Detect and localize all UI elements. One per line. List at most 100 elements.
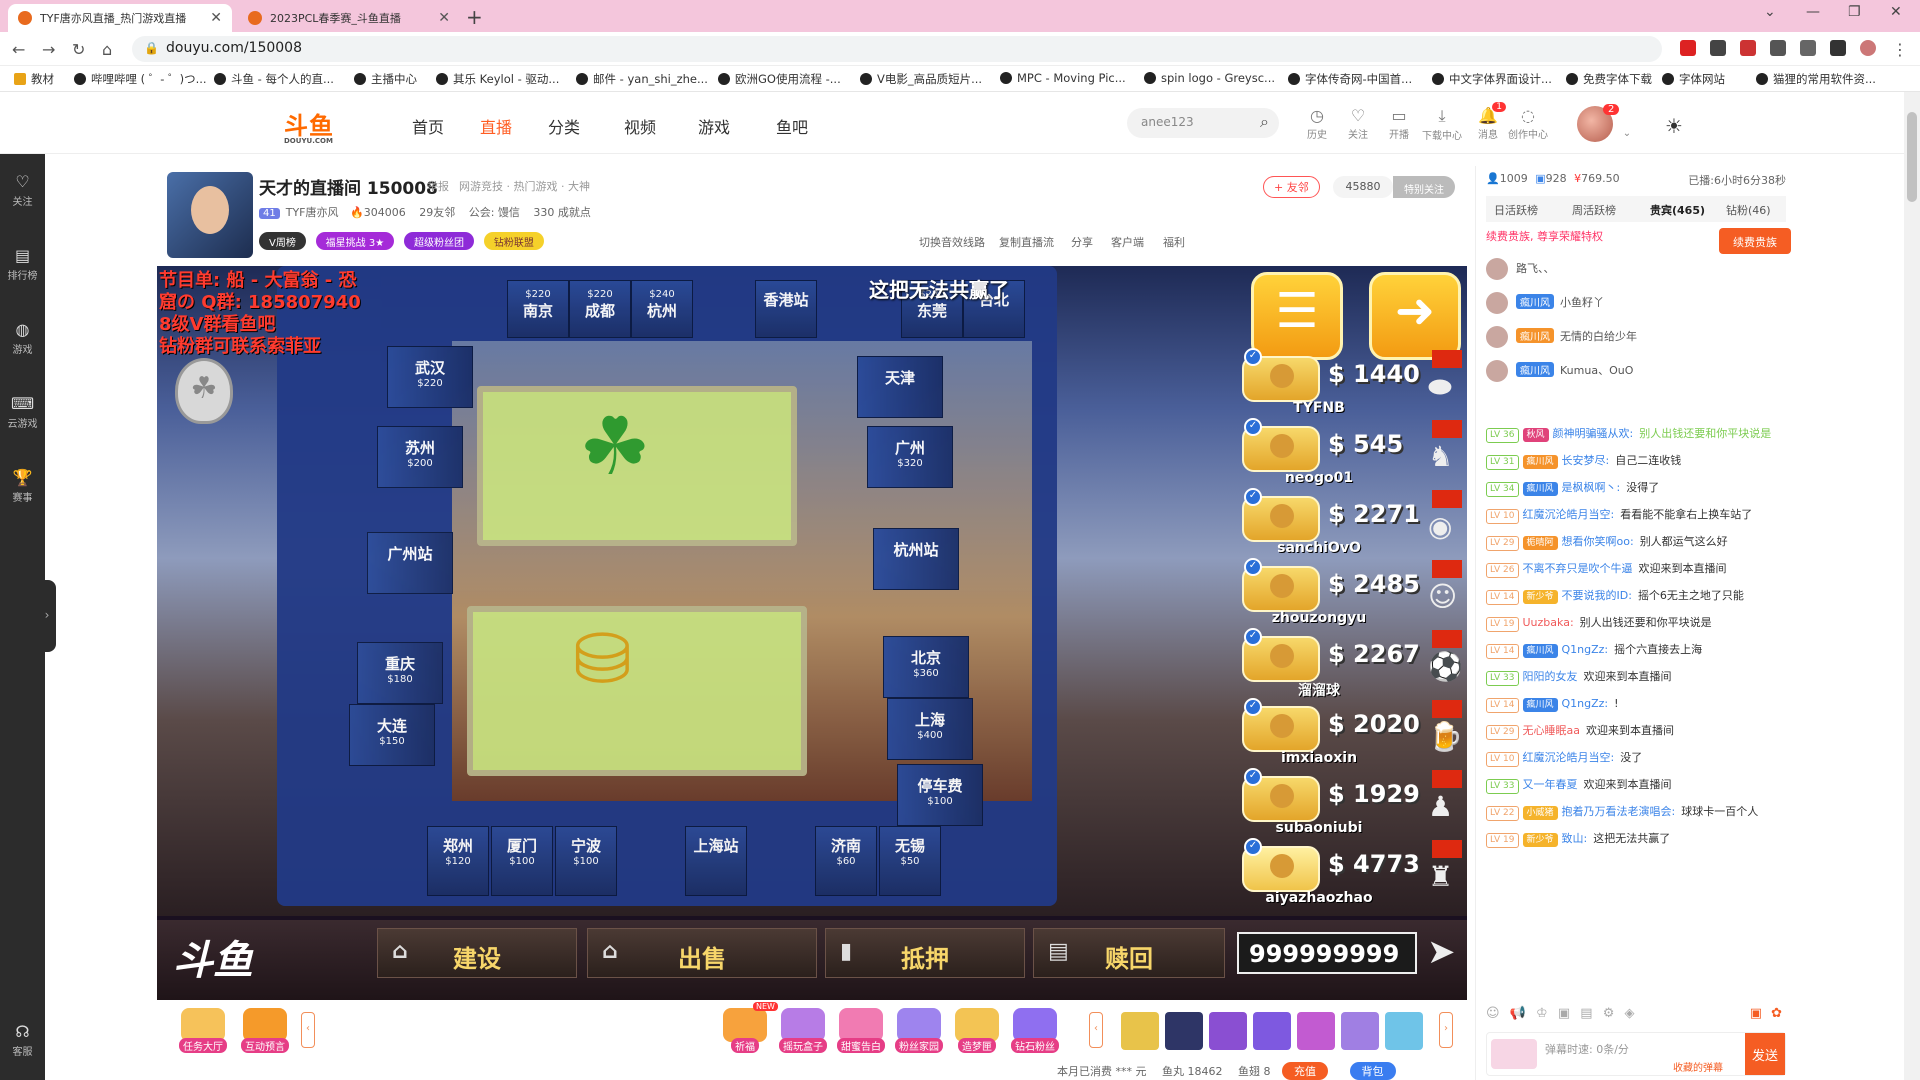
page-scrollbar[interactable] — [1904, 92, 1920, 1080]
minimize-icon[interactable]: — — [1806, 4, 1820, 20]
room-category[interactable]: 网游竞技 · 热门游戏 · 大神 — [459, 178, 590, 194]
bookmark-item[interactable]: 字体网站 — [1662, 71, 1725, 87]
close-tab-icon[interactable]: ✕ — [438, 10, 450, 26]
media-icon[interactable] — [1800, 40, 1816, 56]
fav-bullets-link[interactable]: 收藏的弹幕 — [1673, 1059, 1723, 1074]
creator-center-button[interactable]: ◌ 创作中心 — [1508, 106, 1548, 141]
sidebar-item-cloudgame[interactable]: ⌨ 云游戏 — [0, 394, 45, 430]
special-follow-button[interactable]: 特别关注 — [1393, 176, 1455, 198]
douyu-logo[interactable]: 斗鱼 DOUYU.COM — [284, 106, 334, 145]
forward-icon[interactable]: → — [42, 40, 55, 59]
search-icon[interactable]: ⌕ — [1260, 112, 1269, 132]
host-avatar[interactable] — [167, 172, 253, 258]
megaphone-icon[interactable]: 📢 — [1510, 1006, 1526, 1021]
gift-play-box[interactable]: 摇玩盒子 — [775, 1008, 831, 1053]
bookmark-item[interactable]: 哔哩哔哩 ( ゜- ゜)つ... — [74, 71, 207, 87]
bookmark-item[interactable]: 免费字体下载 — [1566, 71, 1652, 87]
client-button[interactable]: 客户端 — [1111, 234, 1144, 250]
follow-button[interactable]: ♡ 关注 — [1338, 106, 1378, 141]
bookmark-item[interactable]: 斗鱼 - 每个人的直... — [214, 71, 334, 87]
nav-fishbar[interactable]: 鱼吧 — [776, 114, 808, 138]
switch-audio-button[interactable]: 切换音效线路 — [919, 234, 985, 250]
redpacket-icon[interactable]: ✿ — [1771, 1006, 1782, 1021]
gift-item[interactable] — [1253, 1012, 1291, 1050]
search-input[interactable]: anee123 ⌕ — [1127, 108, 1279, 138]
noble-row[interactable]: 瘋川风 Kumua、OuO — [1486, 360, 1633, 386]
back-icon[interactable]: ← — [12, 40, 25, 59]
shield-chat-icon[interactable]: ◈ — [1625, 1006, 1635, 1021]
browser-tab-active[interactable]: TYF唐亦风直播_热门游戏直播 ✕ — [8, 4, 232, 32]
gift-item[interactable] — [1297, 1012, 1335, 1050]
close-window-icon[interactable]: ✕ — [1890, 4, 1902, 20]
diamond-league-chip[interactable]: 钻粉联盟 — [483, 232, 544, 250]
task-hall-button[interactable]: 任务大厅 — [175, 1008, 231, 1053]
tab-vip[interactable]: 贵宾(465) — [1650, 202, 1705, 218]
tab-daily-rank[interactable]: 日活跃榜 — [1494, 202, 1538, 218]
gift-pray[interactable]: 祈福 NEW — [717, 1002, 778, 1053]
extension-icon[interactable] — [1740, 40, 1756, 56]
bookmark-item[interactable]: MPC - Moving Pic... — [1000, 71, 1126, 85]
weekly-rank-chip[interactable]: V周榜 — [259, 232, 306, 250]
welfare-button[interactable]: 福利 — [1163, 234, 1185, 250]
url-input[interactable]: 🔒 douyu.com/150008 — [132, 36, 1662, 62]
gift-sweet-confession[interactable]: 甜蜜告白 — [833, 1008, 889, 1053]
nav-home[interactable]: 首页 — [412, 114, 444, 138]
download-center-button[interactable]: ⤓ 下载中心 — [1422, 106, 1462, 142]
gift-item[interactable] — [1385, 1012, 1423, 1050]
bullet-style-icon[interactable] — [1491, 1039, 1537, 1069]
reload-icon[interactable]: ↻ — [72, 40, 85, 59]
video-player[interactable]: ☘ ⛁ $220 南京 $220 成都 $240 杭州 香港站 $280 东莞 台北 武… — [157, 266, 1467, 1000]
bookmark-item[interactable]: spin logo - Greysc... — [1144, 71, 1275, 85]
gift-fan-home[interactable]: 粉丝家园 — [891, 1008, 947, 1053]
add-friend-button[interactable]: + 友邻 — [1263, 176, 1320, 198]
messages-button[interactable]: 🔔 消息 1 — [1468, 102, 1508, 141]
sidebar-toggle[interactable]: › — [38, 580, 56, 652]
noble-icon[interactable]: ♔ — [1536, 1006, 1548, 1021]
sidebar-item-service[interactable]: ☊ 客服 — [0, 1022, 45, 1058]
puzzle-icon[interactable] — [1770, 40, 1786, 56]
chat-input[interactable]: 弹幕时速: 0条/分 收藏的弹幕 发送 — [1486, 1032, 1786, 1076]
bookmark-item[interactable]: 欧洲GO使用流程 -... — [718, 71, 841, 87]
expand-gift-arrow[interactable]: ‹ — [1089, 1012, 1103, 1048]
bookmark-item[interactable]: 主播中心 — [354, 71, 417, 87]
noble-row[interactable]: 瘋川风 小鱼籽丫 — [1486, 292, 1604, 318]
report-link[interactable]: 举报 — [427, 178, 449, 194]
theme-toggle-icon[interactable]: ☀ — [1665, 114, 1683, 138]
expand-right-arrow[interactable]: › — [1439, 1012, 1453, 1048]
backpack-button[interactable]: 背包 — [1349, 1062, 1396, 1080]
wallet-icon[interactable]: ▤ — [1580, 1006, 1592, 1021]
sidepanel-icon[interactable] — [1830, 40, 1846, 56]
gift-dream-box[interactable]: 造梦匣 — [949, 1008, 1005, 1053]
sidebar-item-events[interactable]: 🏆 赛事 — [0, 468, 45, 504]
gift-item[interactable] — [1121, 1012, 1159, 1050]
sidebar-item-games[interactable]: ◍ 游戏 — [0, 320, 45, 356]
bookmark-item[interactable]: 猫狸的常用软件资... — [1756, 71, 1876, 87]
restore-icon[interactable]: ❐ — [1848, 4, 1861, 20]
new-tab-icon[interactable]: + — [466, 5, 483, 29]
fan-icon[interactable]: ▣ — [1558, 1006, 1570, 1021]
menu-dots-icon[interactable]: ⋮ — [1892, 40, 1908, 59]
gift-diamond-fan[interactable]: 钻石粉丝 — [1007, 1008, 1063, 1053]
chevron-down-icon[interactable]: ⌄ — [1607, 128, 1647, 139]
profile-icon[interactable] — [1860, 40, 1876, 56]
extension-icon[interactable] — [1680, 40, 1696, 56]
host-name[interactable]: TYF唐亦风 — [286, 206, 339, 219]
gift-chat-icon[interactable]: ▣ — [1750, 1006, 1762, 1021]
send-button[interactable]: 发送 — [1745, 1033, 1785, 1075]
nav-games[interactable]: 游戏 — [698, 114, 730, 138]
noble-row[interactable]: 路飞、、 — [1486, 258, 1555, 284]
sidebar-item-follow[interactable]: ♡ 关注 — [0, 172, 45, 208]
tab-weekly-rank[interactable]: 周活跃榜 — [1572, 202, 1616, 218]
gift-item[interactable] — [1341, 1012, 1379, 1050]
copy-stream-button[interactable]: 复制直播流 — [999, 234, 1054, 250]
nav-video[interactable]: 视频 — [624, 114, 656, 138]
bookmark-item[interactable]: V电影_高品质短片... — [860, 71, 982, 87]
bookmark-item[interactable]: 中文字体界面设计... — [1432, 71, 1552, 87]
home-icon[interactable]: ⌂ — [102, 40, 112, 59]
history-button[interactable]: ◷ 历史 — [1297, 106, 1337, 141]
bookmark-item[interactable]: 其乐 Keylol - 驱动... — [436, 71, 559, 87]
bookmark-item[interactable]: 教材 — [14, 71, 54, 87]
sidebar-item-ranking[interactable]: ▤ 排行榜 — [0, 246, 45, 282]
close-tab-icon[interactable]: ✕ — [210, 10, 222, 26]
bookmark-item[interactable]: 邮件 - yan_shi_zhe... — [576, 71, 708, 87]
